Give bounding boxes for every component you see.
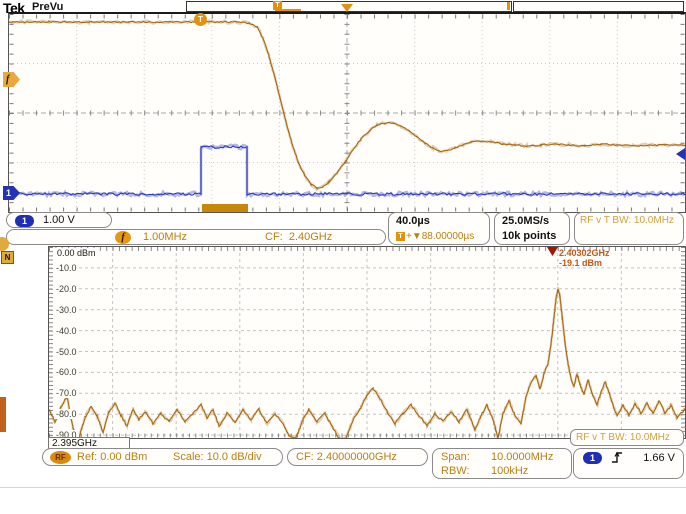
sample-rate-readout: 25.0MS/s [502, 214, 549, 229]
time-domain-graticule[interactable]: f 1 T [8, 12, 686, 213]
spectrum-time-bar-mini [275, 9, 301, 11]
rf-scale-readout: Scale: 10.0 dB/div [173, 450, 262, 465]
trigger-level-readout: 1.66 V [643, 451, 675, 466]
record-view-bar-right[interactable] [513, 1, 684, 12]
trigger-time-t-marker[interactable]: T [194, 13, 207, 26]
cf-readout: CF: 2.40GHz [265, 230, 332, 245]
waveform-svg [9, 14, 685, 212]
rf-ref-readout: Ref: 0.00 dBm [77, 450, 147, 465]
trigger-t-icon: T [396, 232, 405, 241]
spectrum-y-tick-label: -20.0 [54, 284, 79, 294]
f-scale-readout: 1.00MHz [143, 230, 187, 245]
spectrum-svg [49, 247, 685, 438]
rf-vs-time-bw-box-top[interactable]: RF v T BW: 10.0MHz [574, 212, 684, 245]
horizontal-scale-box[interactable]: 40.0µs T+▼88.00000µs [388, 212, 490, 245]
ref-level-label: 0.00 dBm [55, 248, 98, 258]
spectrum-y-tick-label: -40.0 [54, 326, 79, 336]
spectrum-y-tick-label: -70.0 [54, 388, 79, 398]
span-value: 10.0000MHz [491, 450, 553, 465]
trigger-delay-readout: T+▼88.00000µs [396, 230, 474, 243]
spectrum-y-tick-label: -10.0 [54, 263, 79, 273]
rf-trace-handle-icon[interactable] [0, 237, 9, 251]
spectrum-graticule[interactable]: 0.00 dBm -10.0 -20.0 -30.0 -40.0 -50.0 -60.0 -… [48, 246, 686, 439]
rf-bw-readout-top: RF v T BW: 10.0MHz [580, 214, 674, 227]
time-per-div-readout: 40.0µs [396, 214, 430, 229]
rf-badge: RF [50, 451, 71, 464]
trigger-source-badge: 1 [583, 452, 602, 464]
span-label: Span: [441, 450, 470, 465]
oscilloscope-screen: Tek PreVu T f 1 T 1 1.00 V f 1.00MHz CF:… [0, 0, 686, 514]
ch1-badge: 1 [15, 215, 34, 227]
peak-marker-amp: -19.1 dBm [559, 258, 602, 268]
ch1-scale-readout: 1.00 V [43, 213, 75, 228]
rf-cf-box[interactable]: CF: 2.40000000GHz [287, 448, 428, 466]
rf-cf-readout: CF: 2.40000000GHz [296, 450, 397, 465]
f-trace-badge: f [115, 231, 131, 244]
spectrum-y-tick-label: -30.0 [54, 305, 79, 315]
rf-frequency-scale-box[interactable]: f 1.00MHz CF: 2.40GHz [6, 229, 386, 245]
normal-trace-badge[interactable]: N [1, 251, 14, 264]
spectrum-y-tick-label: -80.0 [54, 409, 79, 419]
ch1-scale-box[interactable]: 1 1.00 V [6, 212, 112, 228]
rbw-value: 100kHz [491, 464, 528, 479]
trigger-slope-icon [610, 450, 624, 464]
rf-bw-readout-bottom: RF v T BW: 10.0MHz [576, 431, 670, 444]
record-view-divider-mark [507, 2, 510, 10]
rf-vs-time-bw-box-bottom[interactable]: RF v T BW: 10.0MHz [570, 429, 684, 446]
rbw-label: RBW: [441, 464, 470, 479]
span-rbw-box[interactable]: Span: 10.0000MHz RBW: 100kHz [432, 448, 572, 479]
spectrum-y-tick-label: -50.0 [54, 347, 79, 357]
record-length-readout: 10k points [502, 229, 556, 244]
spectrum-y-tick-label: -60.0 [54, 367, 79, 377]
rf-reference-level-marker [0, 397, 6, 432]
acquisition-box[interactable]: 25.0MS/s 10k points [494, 212, 570, 245]
rf-ref-scale-box[interactable]: RF Ref: 0.00 dBm Scale: 10.0 dB/div [42, 448, 283, 466]
trigger-box[interactable]: 1 1.66 V [573, 448, 684, 479]
screen-bottom-edge [0, 487, 686, 488]
peak-marker-freq: 2.40302GHz [559, 248, 610, 258]
